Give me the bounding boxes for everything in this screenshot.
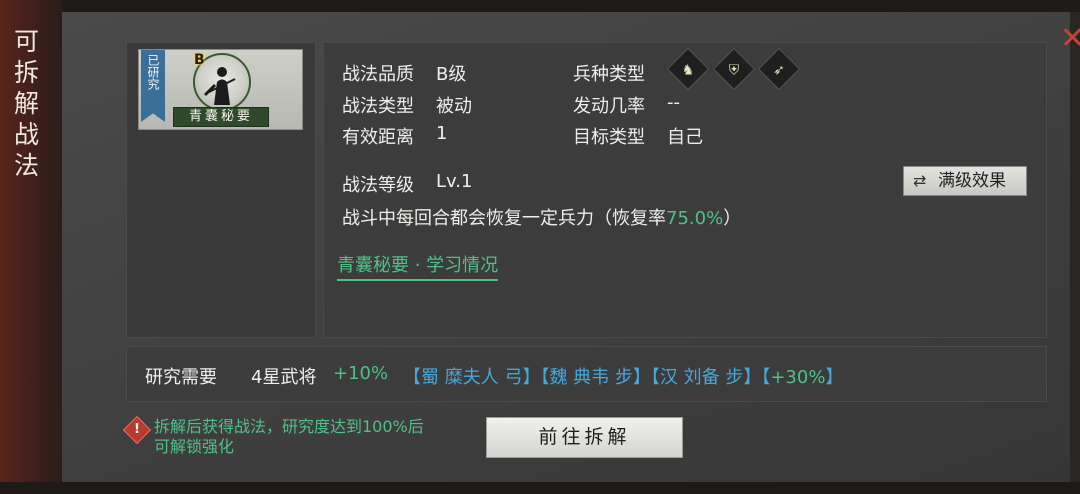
target-type-value: 自己 — [667, 127, 703, 148]
grade-letter: B — [194, 52, 205, 68]
tactic-description: 战斗中每回合都会恢复一定兵力（恢复率75.0%） — [342, 204, 741, 230]
top-border — [0, 0, 1080, 12]
quality-label: 战法品质 — [342, 64, 414, 85]
side-title: 可拆解战法 — [13, 27, 40, 180]
requirement-star-general: 4星武将 — [251, 367, 317, 388]
close-button[interactable]: ✕ — [1060, 24, 1080, 56]
tactic-card-name: 青囊秘要 — [173, 107, 269, 127]
target-type-label: 目标类型 — [573, 127, 645, 148]
requirement-generals-bonus: +30% — [770, 367, 826, 388]
researched-tag-text: 已研究 — [146, 54, 160, 90]
full-level-effect-button[interactable]: ⇄ 满级效果 — [903, 166, 1027, 196]
type-label: 战法类型 — [342, 96, 414, 117]
trigger-chance-value: -- — [667, 92, 680, 113]
researched-tag: 已研究 — [141, 50, 165, 122]
bottom-border — [0, 482, 1080, 494]
research-requirement-label: 研究需要 — [145, 367, 217, 388]
description-suffix: ） — [723, 208, 742, 229]
tactic-level-label: 战法等级 — [342, 175, 414, 196]
recovery-rate: 75.0% — [666, 208, 724, 229]
go-disassemble-button[interactable]: 前往拆解 — [486, 417, 683, 458]
requirement-generals-list: 【蜀 糜夫人 弓】【魏 典韦 步】【汉 刘备 步】【 — [403, 367, 771, 388]
range-value: 1 — [436, 123, 448, 144]
full-level-effect-label: 满级效果 — [938, 171, 1006, 191]
tactic-card[interactable]: 已研究 B 青囊秘要 — [138, 49, 303, 130]
type-value: 被动 — [436, 96, 472, 117]
quality-value: B级 — [436, 64, 467, 85]
requirement-generals: 【蜀 糜夫人 弓】【魏 典韦 步】【汉 刘备 步】【+30%】 — [403, 363, 843, 389]
swap-arrows-icon: ⇄ — [913, 171, 927, 190]
requirement-star-bonus: +10% — [333, 363, 389, 384]
disassemble-note-line2: 可解锁强化 — [154, 437, 235, 456]
side-rail: 可拆解战法 — [0, 0, 62, 494]
tactic-level-value: Lv.1 — [436, 171, 473, 192]
troop-type-label: 兵种类型 — [573, 64, 645, 85]
disassemble-note-line1: 拆解后获得战法，研究度达到100%后 — [154, 417, 424, 436]
requirement-generals-close: 】 — [825, 367, 844, 388]
disassemble-note: 拆解后获得战法，研究度达到100%后 可解锁强化 — [154, 417, 424, 457]
range-label: 有效距离 — [342, 127, 414, 148]
trigger-chance-label: 发动几率 — [573, 96, 645, 117]
description-prefix: 战斗中每回合都会恢复一定兵力（恢复率 — [342, 208, 666, 229]
study-status-link[interactable]: 青囊秘要 · 学习情况 — [337, 251, 499, 281]
